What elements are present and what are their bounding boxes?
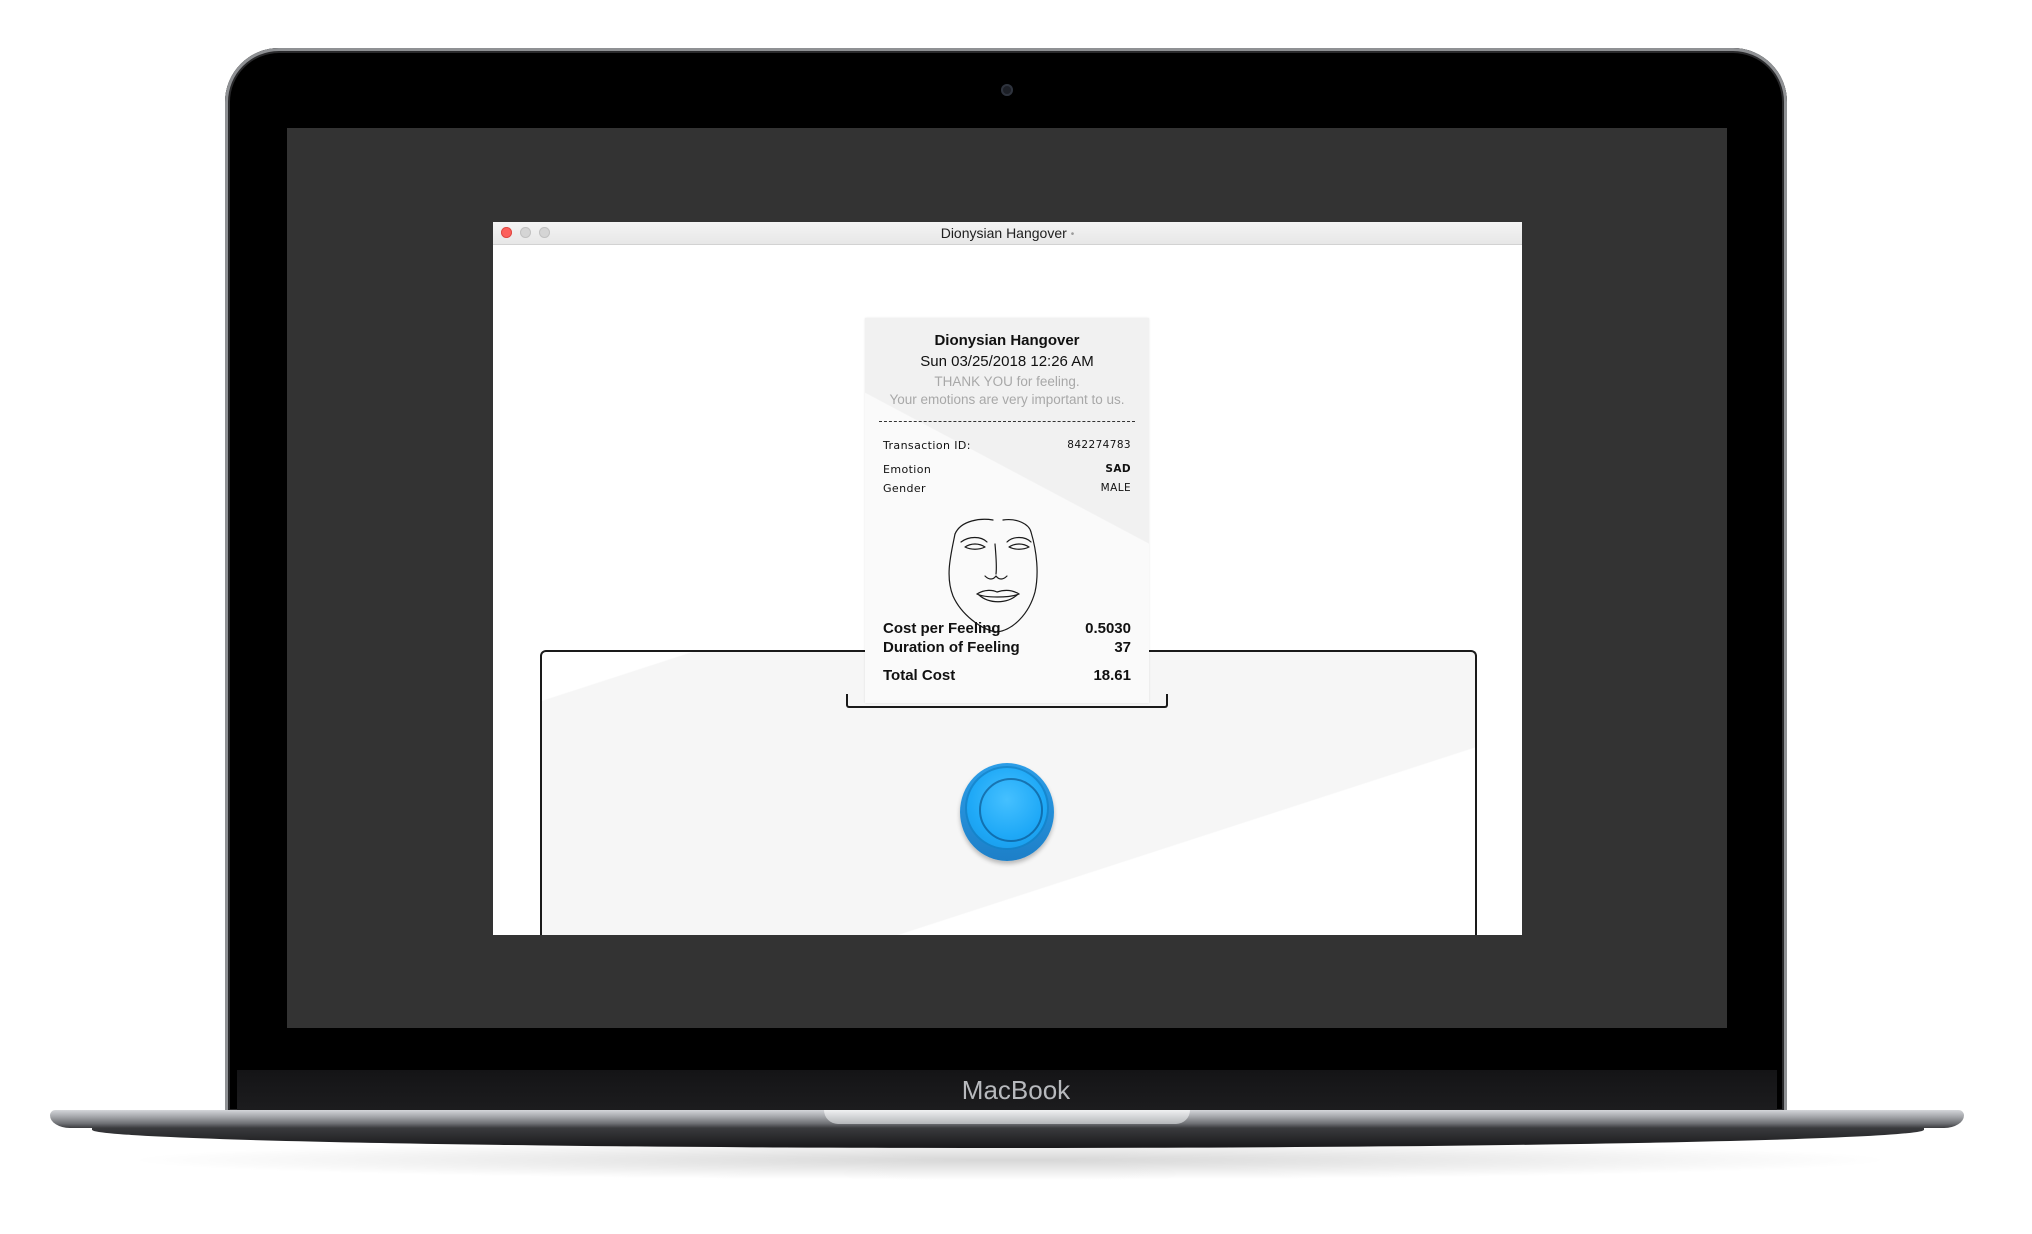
feel-button[interactable] bbox=[960, 763, 1054, 861]
app-window: Dionysian Hangover • Dionysian Hangover S… bbox=[493, 222, 1522, 935]
transaction-row: Transaction ID: 842274783 bbox=[883, 439, 1131, 452]
feel-button-ring bbox=[979, 778, 1043, 842]
cost-per-feeling-value: 0.5030 bbox=[1085, 620, 1131, 637]
gender-label: Gender bbox=[883, 482, 926, 495]
window-title-text: Dionysian Hangover bbox=[940, 225, 1067, 241]
window-titlebar[interactable]: Dionysian Hangover • bbox=[493, 222, 1522, 245]
laptop-brand-label: MacBook bbox=[961, 1075, 1071, 1105]
transaction-label: Transaction ID: bbox=[883, 439, 971, 452]
transaction-value: 842274783 bbox=[1067, 439, 1131, 451]
laptop-opening-notch bbox=[824, 1110, 1190, 1124]
receipt-datetime: Sun 03/25/2018 12:26 AM bbox=[920, 353, 1094, 370]
cost-per-feeling-label: Cost per Feeling bbox=[883, 620, 1001, 637]
total-cost-value: 18.61 bbox=[1093, 667, 1131, 684]
duration-label: Duration of Feeling bbox=[883, 639, 1020, 656]
face-sketch-icon bbox=[948, 518, 1038, 633]
gender-value: MALE bbox=[1100, 482, 1131, 494]
duration-row: Duration of Feeling 37 bbox=[883, 639, 1131, 656]
laptop-base-edge bbox=[92, 1126, 1924, 1148]
gender-row: Gender MALE bbox=[883, 482, 1131, 495]
edited-indicator: • bbox=[1070, 229, 1075, 240]
receipt-title: Dionysian Hangover bbox=[934, 332, 1080, 349]
receipt-thanks: THANK YOU for feeling. bbox=[934, 374, 1080, 389]
feel-button-cap[interactable] bbox=[965, 766, 1049, 850]
total-cost-label: Total Cost bbox=[883, 667, 956, 684]
window-title: Dionysian Hangover • bbox=[493, 225, 1522, 241]
total-cost-row: Total Cost 18.61 bbox=[883, 667, 1131, 684]
emotion-value: SAD bbox=[1105, 463, 1131, 475]
webcam-icon bbox=[1001, 84, 1013, 96]
receipt-divider bbox=[879, 421, 1135, 422]
emotion-label: Emotion bbox=[883, 463, 932, 476]
cost-per-feeling-row: Cost per Feeling 0.5030 bbox=[883, 620, 1131, 637]
receipt: Dionysian Hangover Sun 03/25/2018 12:26 … bbox=[865, 318, 1149, 703]
receipt-note: Your emotions are very important to us. bbox=[889, 392, 1125, 407]
receipt-slot bbox=[846, 694, 1168, 708]
duration-value: 37 bbox=[1114, 639, 1131, 656]
emotion-row: Emotion SAD bbox=[883, 463, 1131, 476]
